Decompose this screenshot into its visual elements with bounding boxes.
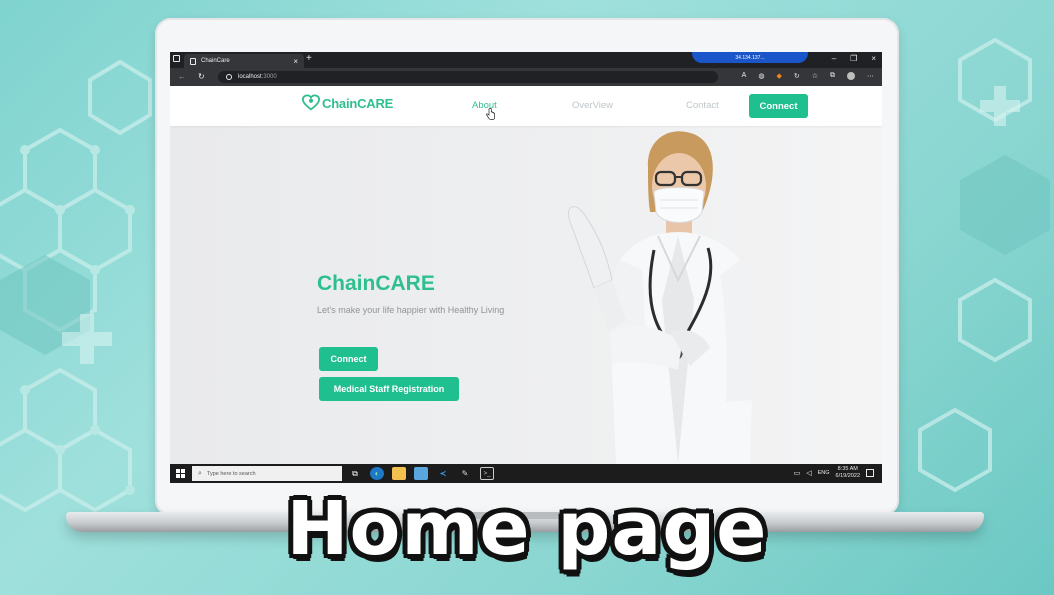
browser-tab[interactable]: ChainCare ×	[184, 54, 304, 68]
volume-icon[interactable]: ◁	[806, 469, 811, 477]
network-icon[interactable]: ▭	[794, 469, 801, 477]
taskbar-apps: ⧉ ◐ ≺ ✎ >_	[348, 467, 494, 480]
refresh-extension-icon[interactable]: ↻	[794, 72, 800, 80]
task-view-icon[interactable]: ⧉	[348, 467, 362, 480]
nav-connect-button[interactable]: Connect	[749, 94, 808, 118]
browser-tab-bar: ChainCare × + 34.134.137... – ❐ ×	[170, 52, 882, 68]
windows-taskbar: ⌕ Type here to search ⧉ ◐ ≺ ✎ >_ ▭ ◁ ENG…	[170, 464, 882, 483]
tab-title: ChainCare	[201, 58, 230, 64]
taskbar-search-box[interactable]: ⌕ Type here to search	[192, 466, 342, 481]
remote-session-bar[interactable]: 34.134.137...	[692, 52, 808, 63]
notification-icon[interactable]	[866, 469, 874, 477]
taskbar-clock[interactable]: 8:35 AM 6/19/2022	[836, 466, 860, 480]
tab-actions-icon[interactable]	[173, 55, 180, 62]
minimize-button[interactable]: –	[832, 54, 836, 63]
metamask-icon[interactable]: ◆	[776, 72, 781, 80]
browser-toolbar: A ◍ ◆ ↻ ☆ ⧉ ⋯	[742, 72, 874, 80]
maximize-button[interactable]: ❐	[850, 54, 857, 63]
browser-address-bar: ← ↻ localhost:3000 A ◍ ◆ ↻ ☆ ⧉ ⋯	[170, 68, 882, 86]
paint-icon[interactable]: ✎	[458, 467, 472, 480]
medical-staff-registration-button[interactable]: Medical Staff Registration	[319, 377, 459, 401]
vscode-icon[interactable]: ≺	[436, 467, 450, 480]
favorites-icon[interactable]: ☆	[812, 72, 818, 80]
collections-icon[interactable]: ⧉	[830, 72, 835, 80]
clock-date: 6/19/2022	[835, 473, 860, 479]
url-port: :3000	[261, 74, 277, 80]
windows-start-icon[interactable]	[176, 469, 185, 478]
webpage: ChainCARE About OverView Contact Connect…	[170, 86, 882, 464]
video-caption: Home page	[286, 486, 768, 572]
site-logo[interactable]: ChainCARE	[302, 94, 393, 112]
language-indicator[interactable]: ENG	[818, 470, 830, 476]
taskbar-search-placeholder: Type here to search	[206, 470, 256, 477]
nav-link-overview[interactable]: OverView	[572, 100, 613, 111]
url-field[interactable]: localhost:3000	[218, 71, 718, 83]
logo-text: ChainCARE	[322, 95, 394, 111]
hand-cursor-icon	[486, 108, 495, 120]
back-arrow-icon[interactable]: ←	[178, 72, 186, 81]
remote-session-label: 34.134.137...	[735, 54, 765, 61]
search-icon: ⌕	[198, 469, 202, 477]
doctor-image	[567, 131, 757, 464]
extension-icon[interactable]: ◍	[758, 72, 764, 80]
profile-avatar-icon[interactable]	[847, 72, 855, 80]
more-icon[interactable]: ⋯	[867, 72, 874, 80]
heart-logo-icon	[302, 94, 320, 111]
system-tray: ▭ ◁ ENG 8:35 AM 6/19/2022	[794, 466, 874, 480]
laptop-screen: ChainCare × + 34.134.137... – ❐ × ← ↻ lo…	[170, 52, 882, 483]
site-info-icon[interactable]	[226, 74, 232, 80]
reload-icon[interactable]: ↻	[198, 72, 205, 81]
read-aloud-icon[interactable]: A	[742, 72, 747, 80]
hero-title: ChainCARE	[317, 272, 435, 295]
close-window-button[interactable]: ×	[871, 54, 876, 63]
nav-link-contact[interactable]: Contact	[686, 100, 719, 111]
tab-close-icon[interactable]: ×	[293, 57, 298, 66]
page-favicon-icon	[190, 57, 196, 65]
notepad-icon[interactable]	[414, 467, 428, 480]
clock-time: 8:35 AM	[837, 466, 858, 472]
new-tab-button[interactable]: +	[306, 53, 312, 64]
edge-browser-icon[interactable]: ◐	[370, 467, 384, 480]
terminal-icon[interactable]: >_	[480, 467, 494, 480]
hero-connect-button[interactable]: Connect	[319, 347, 378, 371]
file-explorer-icon[interactable]	[392, 467, 406, 480]
url-host: localhost	[238, 74, 262, 80]
hero-subtitle: Let's make your life happier with Health…	[317, 305, 505, 315]
window-controls: – ❐ ×	[832, 54, 876, 63]
